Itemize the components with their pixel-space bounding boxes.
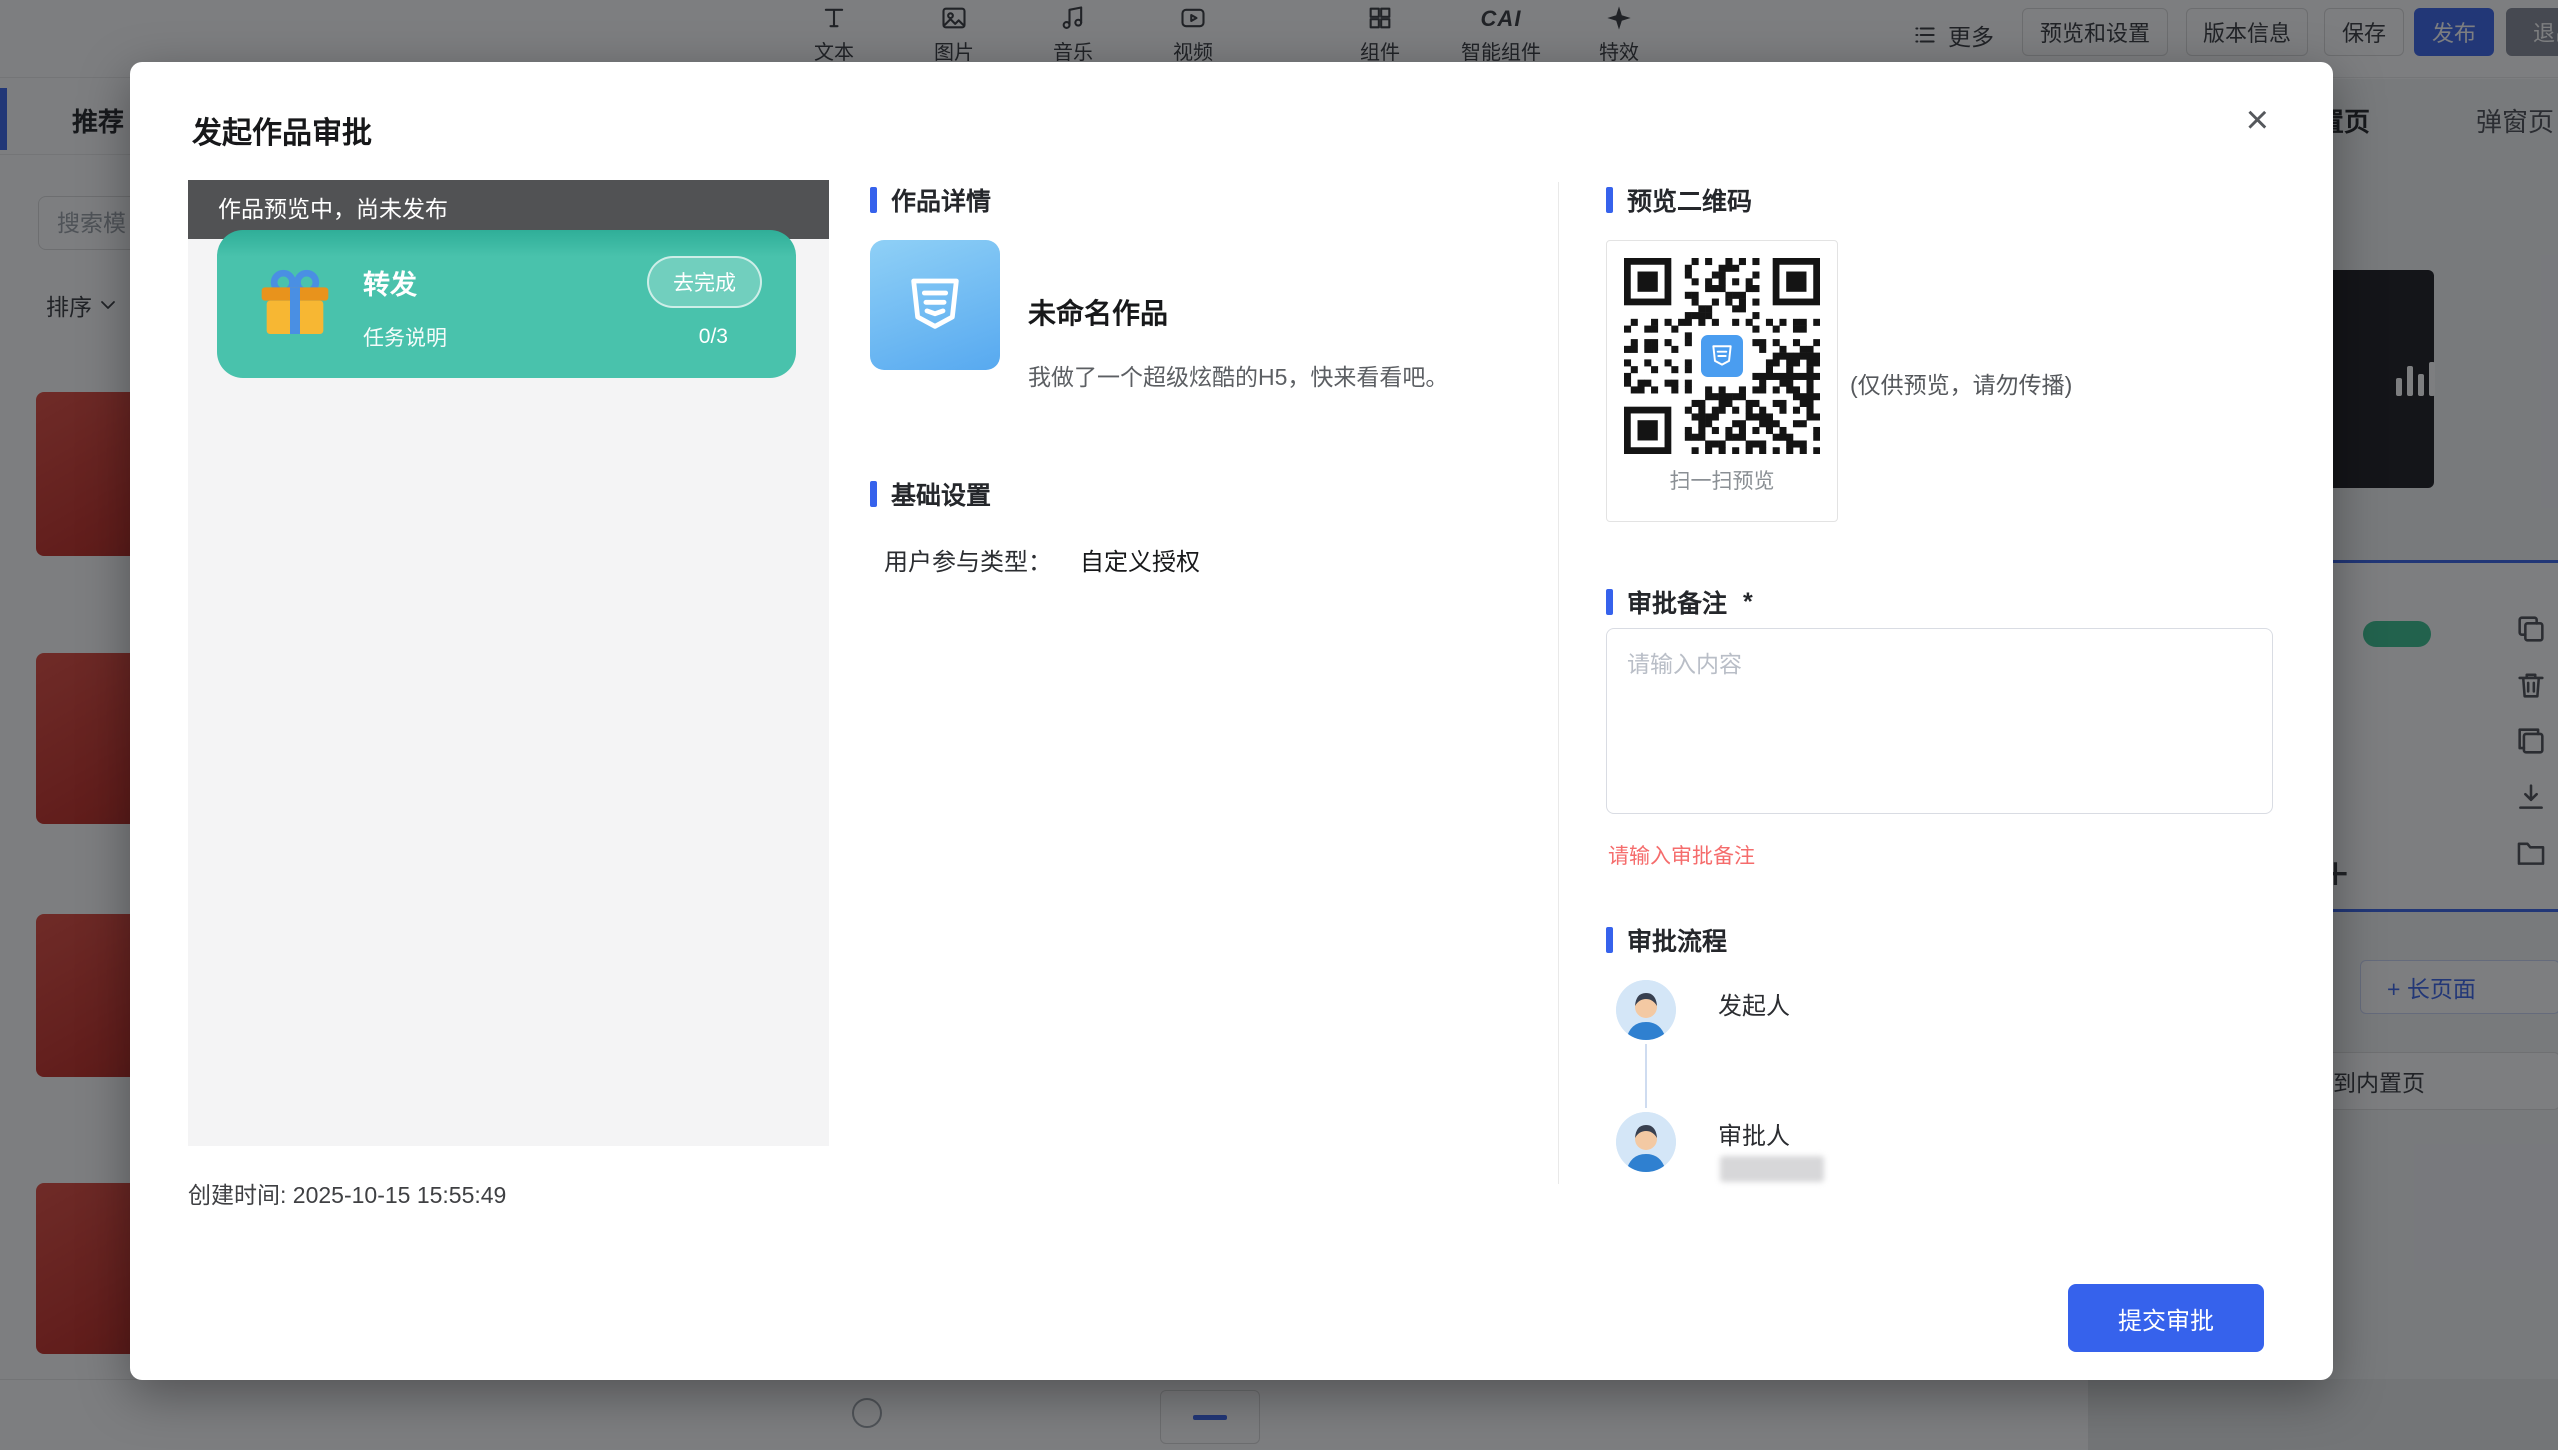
work-preview-panel: 作品预览中，尚未发布 转发 去完成 任务说明 0/3	[188, 180, 829, 1146]
section-preview-qr: 预览二维码	[1606, 182, 1752, 218]
html5-shield-icon	[1709, 343, 1735, 369]
section-title: 作品详情	[891, 182, 991, 218]
vertical-divider	[1558, 182, 1559, 1184]
gift-icon	[255, 264, 335, 344]
flow-step-initiator: 发起人	[1718, 986, 1790, 1021]
app-stage: 文本 图片 音乐 视频	[0, 0, 2558, 1450]
work-title: 未命名作品	[1028, 292, 1168, 332]
section-work-details: 作品详情	[870, 182, 991, 218]
approver-avatar	[1616, 1112, 1676, 1172]
qr-box: 扫一扫预览	[1606, 240, 1838, 522]
flow-step-approver: 审批人	[1718, 1116, 1790, 1151]
section-basic-settings: 基础设置	[870, 476, 991, 512]
task-progress: 0/3	[699, 325, 728, 349]
section-title: 预览二维码	[1627, 182, 1752, 218]
section-title: 审批备注	[1627, 584, 1727, 620]
qr-center-logo	[1698, 332, 1746, 380]
section-approval-flow: 审批流程	[1606, 922, 1727, 958]
participation-row: 用户参与类型： 自定义授权	[884, 542, 1200, 577]
close-icon[interactable]: ×	[2246, 100, 2269, 140]
section-bar	[870, 481, 877, 507]
submit-approval-button[interactable]: 提交审批	[2068, 1284, 2264, 1352]
approver-name-redacted	[1720, 1156, 1824, 1182]
task-card: 转发 去完成 任务说明 0/3	[217, 230, 796, 378]
qr-note: (仅供预览，请勿传播)	[1850, 366, 2072, 400]
work-description: 我做了一个超级炫酷的H5，快来看看吧。	[1028, 358, 1448, 392]
section-title: 基础设置	[891, 476, 991, 512]
section-bar	[1606, 589, 1613, 615]
modal-title: 发起作品审批	[192, 108, 372, 152]
html5-shield-icon	[903, 273, 967, 337]
section-bar	[870, 187, 877, 213]
approval-modal: 发起作品审批 × 作品预览中，尚未发布 转发 去完成	[130, 62, 2333, 1380]
work-thumbnail	[870, 240, 1000, 370]
task-subtitle: 任务说明	[363, 322, 447, 352]
section-approval-remarks: 审批备注 *	[1606, 584, 1753, 620]
task-title: 转发	[363, 263, 417, 302]
section-title: 审批流程	[1627, 922, 1727, 958]
participation-label: 用户参与类型：	[884, 549, 1052, 576]
required-mark: *	[1743, 588, 1753, 617]
remarks-textarea[interactable]	[1606, 628, 2273, 814]
created-time: 创建时间: 2025-10-15 15:55:49	[188, 1176, 506, 1210]
initiator-avatar	[1616, 980, 1676, 1040]
flow-connector	[1645, 1044, 1647, 1108]
go-complete-button[interactable]: 去完成	[647, 256, 762, 308]
section-bar	[1606, 927, 1613, 953]
section-bar	[1606, 187, 1613, 213]
remarks-error-text: 请输入审批备注	[1608, 840, 1755, 870]
participation-value: 自定义授权	[1080, 549, 1200, 576]
scan-preview-label: 扫一扫预览	[1607, 465, 1837, 495]
